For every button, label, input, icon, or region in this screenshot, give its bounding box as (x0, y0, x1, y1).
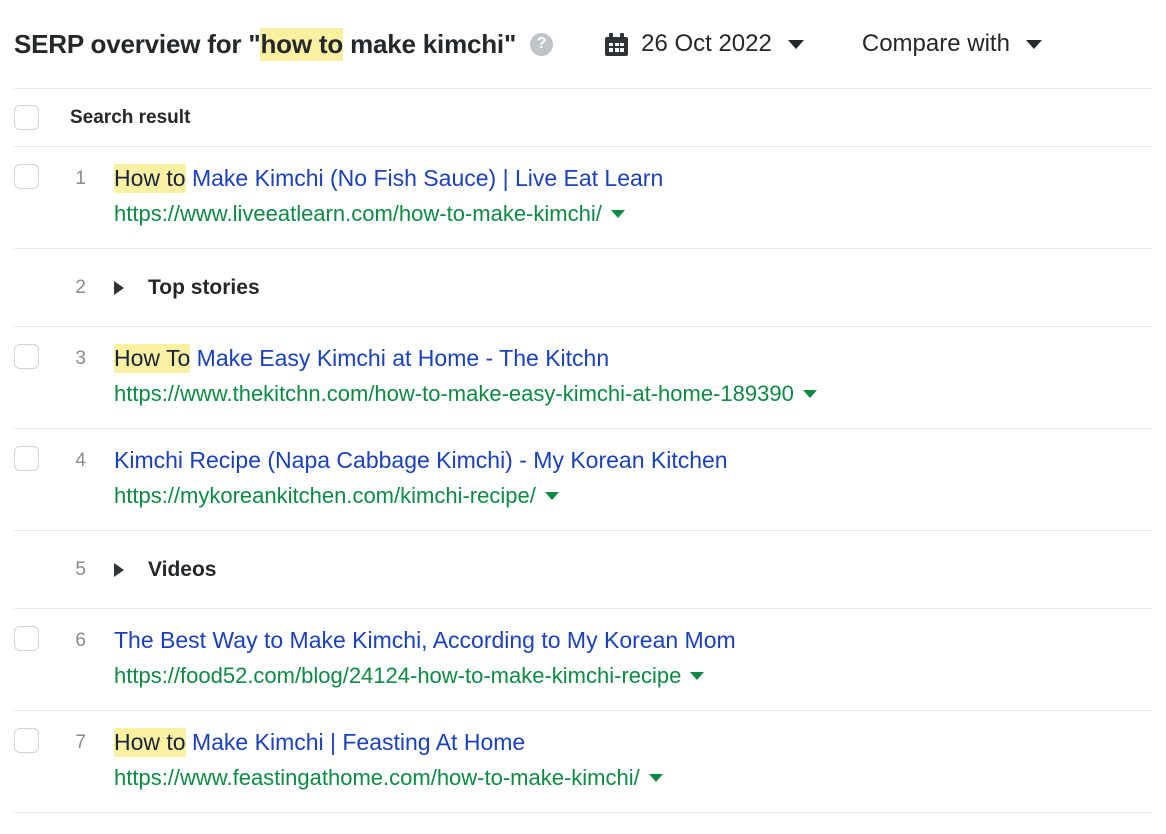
page-title-prefix: SERP overview for " (14, 28, 261, 59)
result-url-link[interactable]: https://www.thekitchn.com/how-to-make-ea… (114, 381, 794, 407)
select-all-checkbox[interactable] (14, 105, 39, 130)
result-url-link[interactable]: https://food52.com/blog/24124-how-to-mak… (114, 663, 681, 689)
result-body: Kimchi Recipe (Napa Cabbage Kimchi) - My… (114, 446, 728, 509)
result-url-link[interactable]: https://www.feastingathome.com/how-to-ma… (114, 765, 640, 791)
row-divider (14, 812, 1152, 813)
result-body: How To Make Easy Kimchi at Home - The Ki… (114, 344, 817, 407)
url-dropdown-caret-icon[interactable] (690, 671, 705, 680)
date-picker[interactable]: 26 Oct 2022 (605, 30, 804, 58)
result-url-line: https://food52.com/blog/24124-how-to-mak… (114, 663, 736, 689)
result-title-highlight: How to (114, 164, 186, 193)
table-column-header: Search result (0, 89, 1166, 146)
result-url-line: https://mykoreankitchen.com/kimchi-recip… (114, 483, 728, 509)
serp-results-list: 1 How to Make Kimchi (No Fish Sauce) | Li… (0, 147, 1166, 813)
page-title: SERP overview for "how to make kimchi" (14, 27, 517, 61)
row-rank-number: 6 (75, 630, 86, 651)
result-url-line: https://www.liveeatlearn.com/how-to-make… (114, 201, 663, 227)
row-select-checkbox[interactable] (14, 728, 39, 753)
serp-feature-row: 2 Top stories (0, 249, 1166, 326)
url-dropdown-caret-icon[interactable] (648, 773, 663, 782)
chevron-right-icon[interactable] (114, 562, 124, 577)
calendar-icon (605, 32, 629, 56)
chevron-down-icon (1025, 39, 1042, 49)
serp-result-row: 3 How To Make Easy Kimchi at Home - The K… (0, 327, 1166, 428)
result-title-highlight: How to (114, 728, 186, 757)
result-title-link[interactable]: How To Make Easy Kimchi at Home - The Ki… (114, 344, 817, 374)
result-url-link[interactable]: https://www.liveeatlearn.com/how-to-make… (114, 201, 602, 227)
result-body: How to Make Kimchi | Feasting At Home htt… (114, 728, 663, 791)
row-rank-number: 5 (75, 558, 86, 580)
url-dropdown-caret-icon[interactable] (802, 389, 817, 398)
result-url-link[interactable]: https://mykoreankitchen.com/kimchi-recip… (114, 483, 536, 509)
row-select-checkbox[interactable] (14, 446, 39, 471)
result-body: How to Make Kimchi (No Fish Sauce) | Liv… (114, 164, 663, 227)
serp-feature-label[interactable]: Videos (148, 558, 216, 582)
result-title-text: The Best Way to Make Kimchi, According t… (114, 627, 736, 653)
result-title-text: Make Easy Kimchi at Home - The Kitchn (190, 345, 610, 371)
row-rank-number: 1 (75, 168, 86, 189)
chevron-down-icon (787, 39, 804, 49)
result-title-link[interactable]: The Best Way to Make Kimchi, According t… (114, 626, 736, 656)
chevron-right-icon[interactable] (114, 280, 124, 295)
column-header-search-result: Search result (70, 106, 191, 128)
result-title-text: Make Kimchi (No Fish Sauce) | Live Eat L… (185, 165, 664, 191)
serp-result-row: 6 The Best Way to Make Kimchi, According … (0, 609, 1166, 710)
url-dropdown-caret-icon[interactable] (610, 209, 625, 218)
row-select-checkbox[interactable] (14, 626, 39, 651)
row-rank-number: 7 (75, 732, 86, 753)
result-title-link[interactable]: How to Make Kimchi (No Fish Sauce) | Liv… (114, 164, 663, 194)
page-header: SERP overview for "how to make kimchi" ?… (0, 0, 1166, 88)
result-title-text: Make Kimchi | Feasting At Home (185, 729, 526, 755)
result-title-text: Kimchi Recipe (Napa Cabbage Kimchi) - My… (114, 447, 728, 473)
row-rank-number: 3 (75, 348, 86, 369)
result-url-line: https://www.thekitchn.com/how-to-make-ea… (114, 381, 817, 407)
date-value: 26 Oct 2022 (641, 30, 772, 57)
serp-result-row: 4 Kimchi Recipe (Napa Cabbage Kimchi) - M… (0, 429, 1166, 530)
result-body: The Best Way to Make Kimchi, According t… (114, 626, 736, 689)
row-rank-number: 4 (75, 450, 86, 471)
url-dropdown-caret-icon[interactable] (544, 491, 559, 500)
serp-feature-row: 5 Videos (0, 531, 1166, 608)
compare-with-label: Compare with (861, 30, 1010, 57)
help-circle-icon[interactable]: ? (530, 32, 554, 56)
result-title-link[interactable]: Kimchi Recipe (Napa Cabbage Kimchi) - My… (114, 446, 728, 476)
serp-result-row: 1 How to Make Kimchi (No Fish Sauce) | Li… (0, 147, 1166, 248)
page-title-highlight: how to (260, 27, 344, 61)
page-title-suffix: make kimchi" (343, 28, 517, 59)
result-title-link[interactable]: How to Make Kimchi | Feasting At Home (114, 728, 663, 758)
compare-with-dropdown[interactable]: Compare with (862, 30, 1042, 58)
row-select-checkbox[interactable] (14, 344, 39, 369)
serp-feature-label[interactable]: Top stories (148, 276, 260, 300)
row-select-checkbox[interactable] (14, 164, 39, 189)
row-rank-number: 2 (75, 276, 86, 298)
serp-result-row: 7 How to Make Kimchi | Feasting At Home ht… (0, 711, 1166, 812)
result-title-highlight: How To (114, 344, 191, 373)
result-url-line: https://www.feastingathome.com/how-to-ma… (114, 765, 663, 791)
